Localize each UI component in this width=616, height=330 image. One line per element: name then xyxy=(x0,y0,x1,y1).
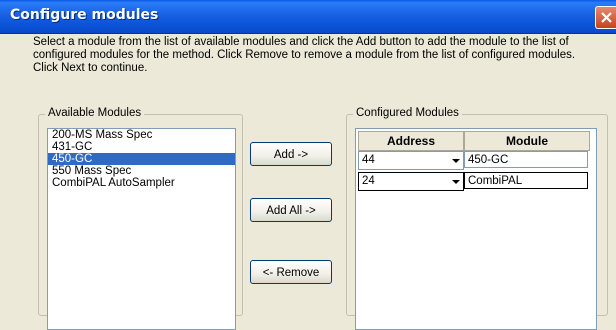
remove-button[interactable]: <- Remove xyxy=(250,260,332,284)
table-row[interactable]: 24 CombiPAL xyxy=(358,172,590,191)
list-item[interactable]: 200-MS Mass Spec xyxy=(48,129,235,141)
column-header-module[interactable]: Module xyxy=(464,131,590,151)
list-item[interactable]: 450-GC xyxy=(48,153,235,165)
list-item[interactable]: CombiPAL AutoSampler xyxy=(48,177,235,189)
address-value: 24 xyxy=(362,175,375,187)
title-bar: Configure modules xyxy=(0,0,616,34)
table-row[interactable]: 44 450-GC xyxy=(358,151,590,170)
module-cell[interactable]: CombiPAL xyxy=(464,172,588,189)
configured-modules-grid[interactable]: Address Module 44 450-GC 24 CombiPAL xyxy=(355,128,597,330)
available-modules-label: Available Modules xyxy=(45,107,145,119)
column-header-address[interactable]: Address xyxy=(358,131,464,151)
list-item[interactable]: 550 Mass Spec xyxy=(48,165,235,177)
address-dropdown[interactable]: 24 xyxy=(358,172,464,191)
module-cell[interactable]: 450-GC xyxy=(464,151,588,168)
chevron-down-icon[interactable] xyxy=(449,152,463,169)
grid-header: Address Module xyxy=(358,131,590,151)
configured-modules-group: Configured Modules Address Module 44 450… xyxy=(346,107,608,330)
list-item[interactable]: 431-GC xyxy=(48,141,235,153)
address-value: 44 xyxy=(362,154,375,166)
add-button[interactable]: Add -> xyxy=(250,142,332,166)
instructions-text: Select a module from the list of availab… xyxy=(33,36,576,74)
chevron-down-icon[interactable] xyxy=(449,173,463,190)
add-all-button[interactable]: Add All -> xyxy=(250,198,332,222)
available-modules-list[interactable]: 200-MS Mass Spec 431-GC 450-GC 550 Mass … xyxy=(47,128,236,330)
configured-modules-label: Configured Modules xyxy=(353,107,462,119)
close-icon xyxy=(601,12,612,23)
close-button[interactable] xyxy=(595,6,616,29)
available-modules-group: Available Modules 200-MS Mass Spec 431-G… xyxy=(38,107,243,330)
window-title: Configure modules xyxy=(10,7,159,23)
address-dropdown[interactable]: 44 xyxy=(358,151,464,170)
